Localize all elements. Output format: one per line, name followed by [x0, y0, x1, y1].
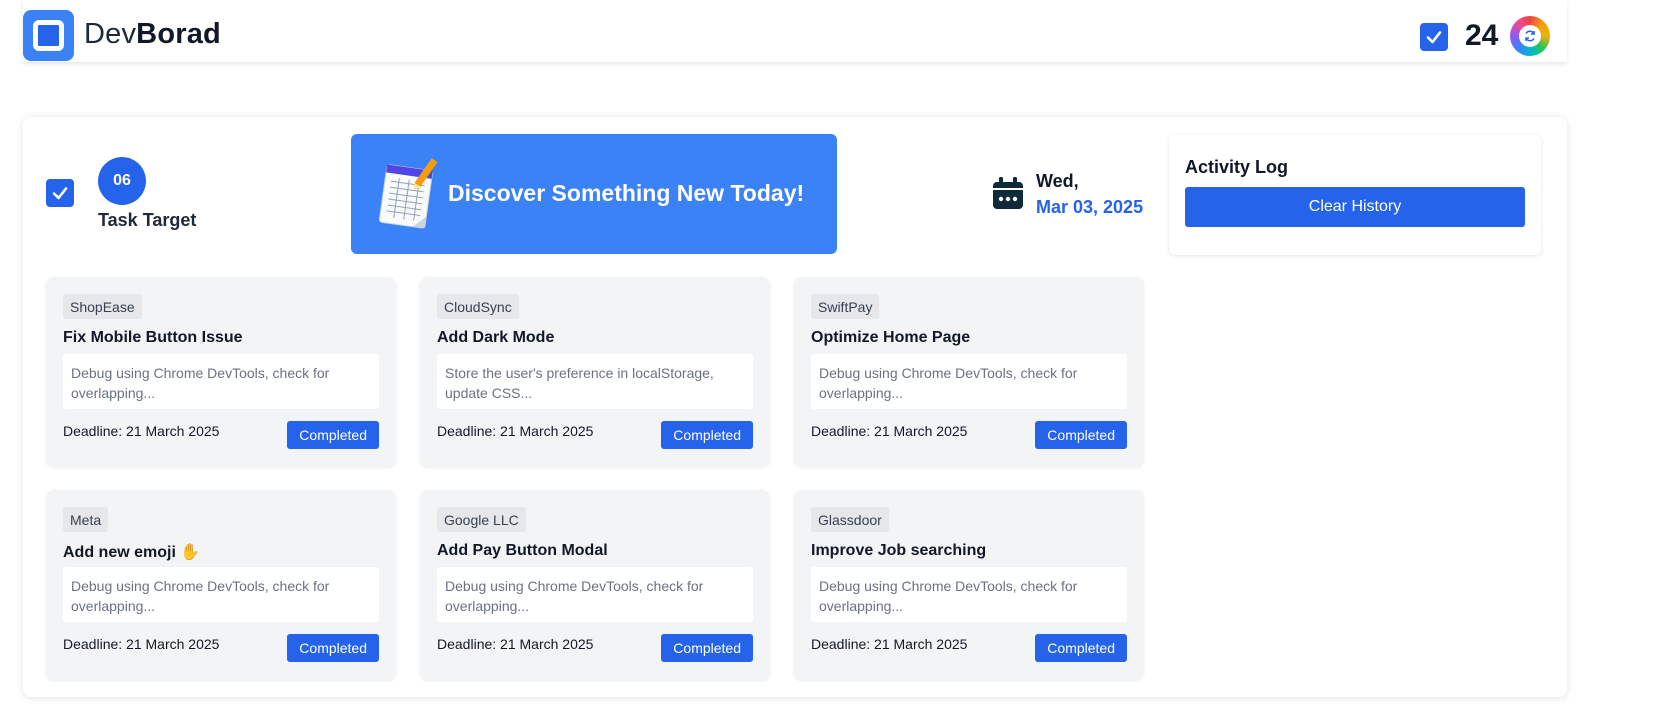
- task-description: Debug using Chrome DevTools, check for o…: [63, 354, 379, 409]
- task-description: Store the user's preference in localStor…: [437, 354, 753, 409]
- date-full: Mar 03, 2025: [1036, 197, 1144, 217]
- discover-banner: Discover Something New Today!: [351, 134, 837, 254]
- task-title: Add Dark Mode: [437, 329, 555, 346]
- task-card: Glassdoor Improve Job searching Debug us…: [794, 490, 1144, 680]
- banner-text: Discover Something New Today!: [448, 180, 805, 206]
- completed-button[interactable]: Completed: [1035, 421, 1127, 449]
- completed-checkbox-icon: [1420, 23, 1448, 51]
- task-deadline: Deadline: 21 March 2025: [63, 636, 220, 652]
- top-header: DevBorad 24: [23, 0, 1567, 62]
- company-tag: ShopEase: [63, 294, 142, 319]
- task-target-checkbox-icon[interactable]: [46, 179, 74, 207]
- brand-bold: Borad: [136, 18, 221, 50]
- task-target-count: 06: [98, 157, 146, 205]
- task-description: Debug using Chrome DevTools, check for o…: [437, 567, 753, 622]
- company-tag: Meta: [63, 507, 109, 532]
- date-weekday: Wed,: [1036, 171, 1079, 191]
- brand-name[interactable]: DevBorad: [84, 18, 221, 51]
- completed-button[interactable]: Completed: [661, 634, 753, 662]
- activity-log-panel: Activity Log Clear History: [1169, 135, 1541, 255]
- task-card: CloudSync Add Dark Mode Store the user's…: [420, 277, 770, 467]
- task-target-label: Task Target: [98, 210, 197, 230]
- task-title: Add Pay Button Modal: [437, 542, 608, 559]
- task-card: Google LLC Add Pay Button Modal Debug us…: [420, 490, 770, 680]
- company-tag: Google LLC: [437, 507, 526, 532]
- calendar-icon: [993, 177, 1023, 209]
- task-card: ShopEase Fix Mobile Button Issue Debug u…: [46, 277, 396, 467]
- completed-button[interactable]: Completed: [1035, 634, 1127, 662]
- company-tag: Glassdoor: [811, 507, 889, 532]
- task-description: Debug using Chrome DevTools, check for o…: [63, 567, 379, 622]
- refresh-icon: [1519, 25, 1541, 47]
- logo-icon[interactable]: [23, 10, 74, 61]
- completed-button[interactable]: Completed: [287, 634, 379, 662]
- task-title: Optimize Home Page: [811, 329, 971, 346]
- avatar[interactable]: [1510, 16, 1550, 56]
- task-deadline: Deadline: 21 March 2025: [811, 423, 968, 439]
- task-deadline: Deadline: 21 March 2025: [437, 423, 594, 439]
- task-card: SwiftPay Optimize Home Page Debug using …: [794, 277, 1144, 467]
- task-title: Improve Job searching: [811, 542, 987, 559]
- task-deadline: Deadline: 21 March 2025: [63, 423, 220, 439]
- notepad-pencil-icon: [378, 158, 438, 229]
- brand-prefix: Dev: [84, 18, 137, 50]
- completed-button[interactable]: Completed: [661, 421, 753, 449]
- company-tag: CloudSync: [437, 294, 519, 319]
- completed-count: 24: [1465, 19, 1499, 52]
- task-card: Meta Add new emoji ✋ Debug using Chrome …: [46, 490, 396, 680]
- task-description: Debug using Chrome DevTools, check for o…: [811, 567, 1127, 622]
- task-title: Add new emoji ✋: [63, 544, 201, 561]
- completed-button[interactable]: Completed: [287, 421, 379, 449]
- activity-log-title: Activity Log: [1185, 157, 1289, 177]
- task-deadline: Deadline: 21 March 2025: [437, 636, 594, 652]
- dashboard-panel: 06 Task Target Discover Something New To…: [23, 117, 1567, 697]
- clear-history-button[interactable]: Clear History: [1185, 187, 1525, 227]
- task-deadline: Deadline: 21 March 2025: [811, 636, 968, 652]
- company-tag: SwiftPay: [811, 294, 880, 319]
- task-title: Fix Mobile Button Issue: [63, 329, 243, 346]
- task-description: Debug using Chrome DevTools, check for o…: [811, 354, 1127, 409]
